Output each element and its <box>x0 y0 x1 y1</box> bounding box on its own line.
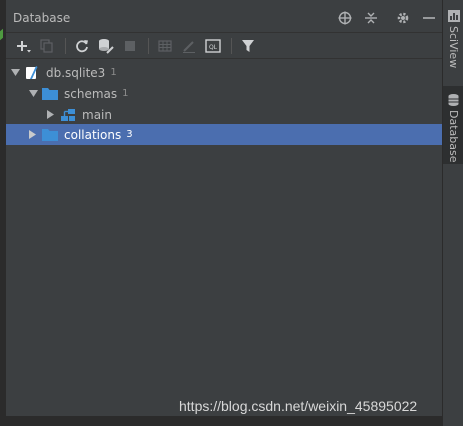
toolbar-separator <box>231 37 232 54</box>
database-tool-window: Database QL db.sqlite3 1 schemas 1 main … <box>6 0 442 416</box>
tree-node-count: 1 <box>110 67 117 78</box>
refresh-icon[interactable] <box>71 35 93 57</box>
watermark-text: https://blog.csdn.net/weixin_45895022 <box>179 398 418 414</box>
tree-node-label: collations <box>64 127 122 142</box>
svg-text:QL: QL <box>209 44 218 51</box>
toolbar-separator <box>65 37 66 54</box>
tool-window-header: Database <box>6 4 442 33</box>
filter-icon[interactable] <box>237 35 259 57</box>
copy-icon[interactable] <box>36 35 58 57</box>
schema-icon <box>60 107 76 123</box>
schema-properties-icon[interactable] <box>95 35 117 57</box>
sqlite-icon <box>24 65 40 81</box>
tab-label: Database <box>447 110 460 163</box>
tab-label: SciView <box>447 26 460 69</box>
tool-window-title: Database <box>13 11 71 25</box>
expanded-arrow-icon[interactable] <box>28 89 38 99</box>
folder-icon <box>42 86 58 102</box>
tree-node-collations[interactable]: collations 3 <box>6 124 442 145</box>
right-tool-window-bar: SciView Database <box>442 0 463 426</box>
status-strip <box>0 416 442 426</box>
database-toolbar: QL <box>6 33 442 59</box>
minimize-icon[interactable] <box>420 9 438 27</box>
gutter-change-marker <box>0 28 3 41</box>
collapsed-arrow-icon[interactable] <box>46 110 56 120</box>
tab-database[interactable]: Database <box>443 86 463 164</box>
tree-node-count: 1 <box>122 88 129 99</box>
edit-icon[interactable] <box>178 35 200 57</box>
tree-node-count: 3 <box>126 129 133 140</box>
tree-node-label: schemas <box>64 86 118 101</box>
tree-node-label: main <box>82 107 112 122</box>
add-target-icon[interactable] <box>336 9 354 27</box>
collapsed-arrow-icon[interactable] <box>28 130 38 140</box>
table-editor-icon[interactable] <box>154 35 176 57</box>
tree-node-label: db.sqlite3 <box>46 65 106 80</box>
sciview-icon <box>447 10 460 22</box>
tree-node-db[interactable]: db.sqlite3 1 <box>6 62 442 83</box>
tree-node-main[interactable]: main <box>6 104 442 125</box>
add-icon[interactable] <box>12 35 34 57</box>
stop-icon[interactable] <box>119 35 141 57</box>
toolbar-separator <box>148 37 149 54</box>
header-actions <box>336 9 438 27</box>
folder-icon <box>42 127 58 143</box>
tab-sciview[interactable]: SciView <box>443 10 463 80</box>
sql-console-icon[interactable]: QL <box>202 35 224 57</box>
database-icon <box>448 94 459 106</box>
tree-node-schemas[interactable]: schemas 1 <box>6 83 442 104</box>
gear-icon[interactable] <box>394 9 412 27</box>
expanded-arrow-icon[interactable] <box>10 68 20 78</box>
collapse-icon[interactable] <box>362 9 380 27</box>
